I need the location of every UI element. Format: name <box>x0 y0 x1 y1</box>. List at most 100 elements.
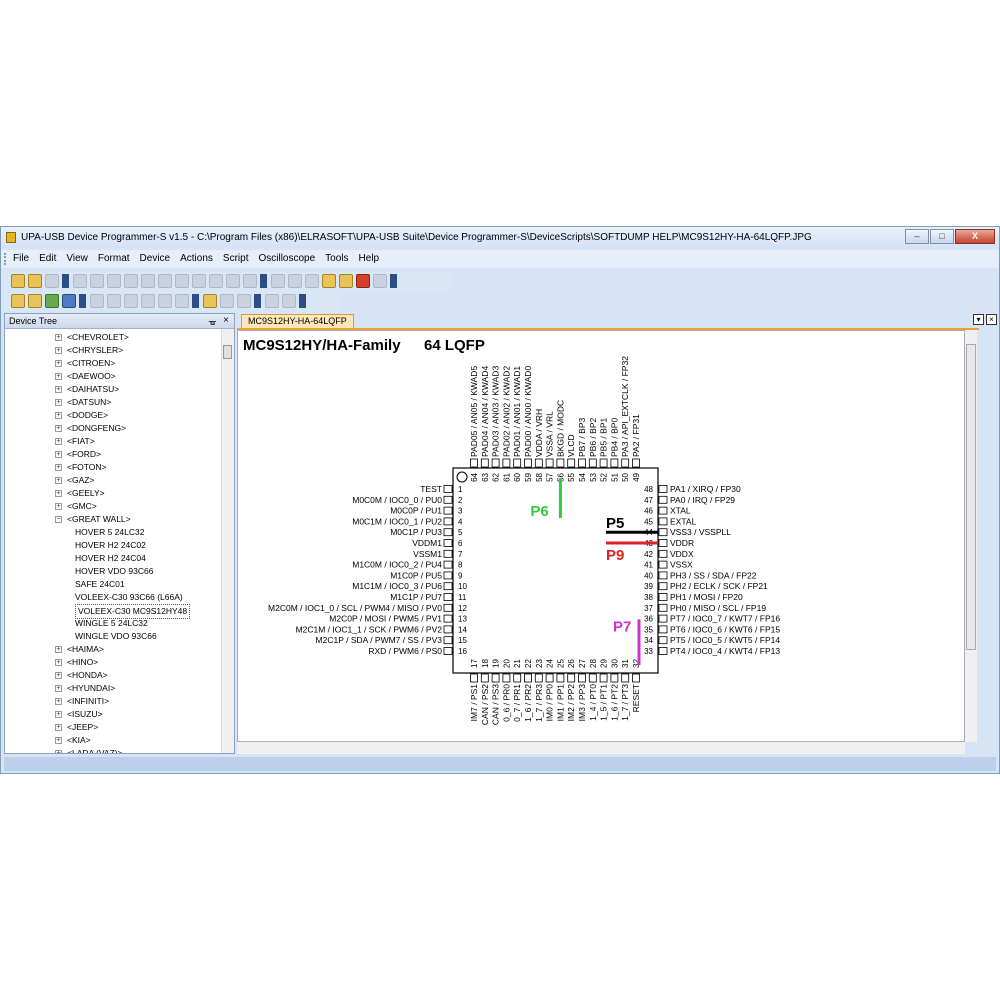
tree-item[interactable]: HOVER H2 24C04 <box>75 552 146 565</box>
tree-item[interactable]: + <GAZ> <box>55 474 94 487</box>
script-icon[interactable] <box>322 274 336 288</box>
tab-document[interactable]: MC9S12HY-HA-64LQFP <box>241 314 354 328</box>
tree-item[interactable]: + <FOTON> <box>55 461 107 474</box>
expand-icon[interactable]: + <box>55 672 62 680</box>
tree-item[interactable]: + <HYUNDAI> <box>55 682 115 695</box>
save-icon[interactable] <box>45 274 59 288</box>
close-button[interactable]: X <box>955 229 995 244</box>
tree-item[interactable]: WINGLE 5 24LC32 <box>75 617 148 630</box>
settings-icon[interactable] <box>373 274 387 288</box>
tree-item[interactable]: + <GMC> <box>55 500 97 513</box>
tree-item[interactable]: + <HINO> <box>55 656 98 669</box>
tab-close-button[interactable]: × <box>986 314 997 325</box>
zoom-icon[interactable] <box>220 294 234 308</box>
tree-item[interactable]: + <DODGE> <box>55 409 108 422</box>
expand-icon[interactable]: + <box>55 724 62 732</box>
expand-icon[interactable]: + <box>55 399 62 407</box>
tree-item[interactable]: VOLEEX-C30 93C66 (L66A) <box>75 591 183 604</box>
new-icon[interactable] <box>11 274 25 288</box>
image-icon[interactable] <box>237 294 251 308</box>
view2-icon[interactable] <box>107 294 121 308</box>
tree-item[interactable]: + <CHEVROLET> <box>55 331 129 344</box>
cut-icon[interactable] <box>107 274 121 288</box>
view3-icon[interactable] <box>124 294 138 308</box>
view6-icon[interactable] <box>175 294 189 308</box>
menu-view[interactable]: View <box>66 250 88 268</box>
connect-icon[interactable] <box>45 294 59 308</box>
toolbar-overflow-icon[interactable] <box>254 294 261 308</box>
expand-icon[interactable]: + <box>55 334 62 342</box>
menu-oscilloscope[interactable]: Oscilloscope <box>258 250 315 268</box>
expand-icon[interactable]: + <box>55 451 62 459</box>
paste-icon[interactable] <box>141 274 155 288</box>
tree-item[interactable]: + <ISUZU> <box>55 708 102 721</box>
undo-icon[interactable] <box>175 274 189 288</box>
tree-item[interactable]: + <DAIHATSU> <box>55 383 119 396</box>
expand-icon[interactable]: + <box>55 477 62 485</box>
select-icon[interactable] <box>203 294 217 308</box>
expand-icon[interactable]: + <box>55 373 62 381</box>
copy-icon[interactable] <box>124 274 138 288</box>
tree-item[interactable]: WINGLE VDO 93C66 <box>75 630 157 643</box>
tab-list-button[interactable]: ▾ <box>973 314 984 325</box>
vertical-scrollbar[interactable] <box>965 330 977 742</box>
expand-icon[interactable]: + <box>55 685 62 693</box>
tree-item[interactable]: + <JEEP> <box>55 721 98 734</box>
expand-icon[interactable]: + <box>55 425 62 433</box>
collapse-icon[interactable]: − <box>55 516 62 524</box>
tree-item[interactable]: + <CITROEN> <box>55 357 115 370</box>
toolbar-overflow-icon[interactable] <box>79 294 86 308</box>
view1-icon[interactable] <box>90 294 104 308</box>
tree-item[interactable]: + <FIAT> <box>55 435 95 448</box>
expand-icon[interactable]: + <box>55 360 62 368</box>
expand-icon[interactable]: + <box>55 412 62 420</box>
expand-icon[interactable]: + <box>55 698 62 706</box>
erase-icon[interactable] <box>305 274 319 288</box>
toolbar-overflow-icon[interactable] <box>62 274 69 288</box>
expand-icon[interactable]: + <box>55 659 62 667</box>
program-icon[interactable] <box>288 274 302 288</box>
move-icon[interactable] <box>62 294 76 308</box>
tree-item[interactable]: HOVER VDO 93C66 <box>75 565 153 578</box>
replace-icon[interactable] <box>226 274 240 288</box>
tree-item[interactable]: HOVER 5 24LC32 <box>75 526 144 539</box>
delete-icon[interactable] <box>158 274 172 288</box>
expand-icon[interactable]: + <box>55 711 62 719</box>
expand-icon[interactable]: + <box>55 503 62 511</box>
tree-item[interactable]: HOVER H2 24C02 <box>75 539 146 552</box>
menu-script[interactable]: Script <box>223 250 249 268</box>
expand-icon[interactable]: + <box>55 737 62 745</box>
expand-icon[interactable]: + <box>55 646 62 654</box>
expand-icon[interactable]: + <box>55 464 62 472</box>
menu-edit[interactable]: Edit <box>39 250 56 268</box>
stop-icon[interactable] <box>282 294 296 308</box>
menu-actions[interactable]: Actions <box>180 250 213 268</box>
find-icon[interactable] <box>209 274 223 288</box>
notes-icon[interactable] <box>339 274 353 288</box>
tree-item[interactable]: + <KIA> <box>55 734 91 747</box>
menu-format[interactable]: Format <box>98 250 130 268</box>
open-icon[interactable] <box>28 274 42 288</box>
tools-icon[interactable] <box>28 294 42 308</box>
redo-icon[interactable] <box>192 274 206 288</box>
tree-item[interactable]: + <FORD> <box>55 448 101 461</box>
expand-icon[interactable]: + <box>55 386 62 394</box>
play-icon[interactable] <box>265 294 279 308</box>
device-icon[interactable] <box>271 274 285 288</box>
toolbar-overflow-icon[interactable] <box>299 294 306 308</box>
close-icon[interactable]: × <box>223 314 229 328</box>
expand-icon[interactable]: + <box>55 490 62 498</box>
verify-icon[interactable] <box>90 274 104 288</box>
menu-file[interactable]: File <box>13 250 29 268</box>
print-icon[interactable] <box>243 274 257 288</box>
toolbar-overflow-icon[interactable] <box>192 294 199 308</box>
menu-tools[interactable]: Tools <box>325 250 348 268</box>
read-icon[interactable] <box>73 274 87 288</box>
tree-item[interactable]: + <CHRYSLER> <box>55 344 123 357</box>
view5-icon[interactable] <box>158 294 172 308</box>
tree-item[interactable]: + <HAIMA> <box>55 643 104 656</box>
menu-device[interactable]: Device <box>140 250 171 268</box>
minimize-button[interactable]: – <box>905 229 929 244</box>
tree-item[interactable]: + <DONGFENG> <box>55 422 126 435</box>
tree-scrollbar[interactable] <box>221 329 234 753</box>
